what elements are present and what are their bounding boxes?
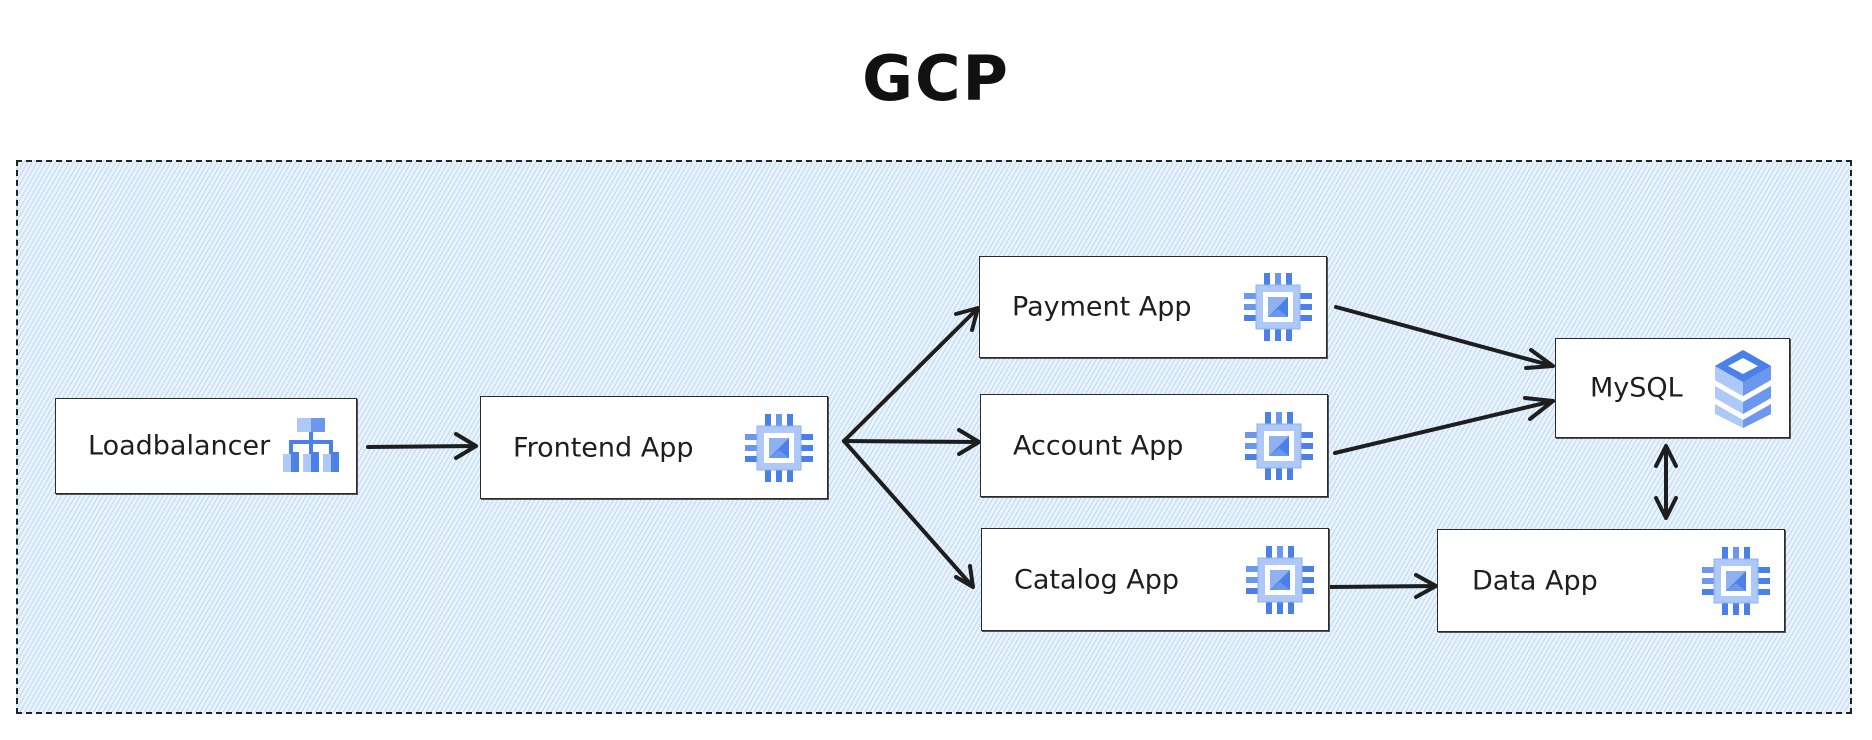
load-balancer-icon <box>281 416 341 476</box>
node-payment[interactable]: Payment App <box>979 256 1327 358</box>
node-label: Payment App <box>1012 291 1192 323</box>
compute-chip-icon <box>1243 410 1315 482</box>
node-label: Account App <box>1013 430 1184 461</box>
node-label: Loadbalancer <box>88 430 271 462</box>
compute-chip-icon <box>1242 271 1314 343</box>
node-label: Data App <box>1472 565 1598 596</box>
node-data[interactable]: Data App <box>1437 529 1785 632</box>
node-label: MySQL <box>1590 372 1683 404</box>
diagram-title: GCP <box>862 42 1010 115</box>
node-label: Frontend App <box>513 432 694 463</box>
node-catalog[interactable]: Catalog App <box>981 528 1329 631</box>
node-loadbalancer[interactable]: Loadbalancer <box>55 398 357 494</box>
node-frontend[interactable]: Frontend App <box>480 396 828 499</box>
node-account[interactable]: Account App <box>980 394 1328 497</box>
node-mysql[interactable]: MySQL <box>1555 338 1790 438</box>
node-label: Catalog App <box>1014 564 1180 595</box>
database-icon <box>1713 348 1773 428</box>
compute-chip-icon <box>743 412 815 484</box>
compute-chip-icon <box>1700 545 1772 617</box>
compute-chip-icon <box>1244 544 1316 616</box>
